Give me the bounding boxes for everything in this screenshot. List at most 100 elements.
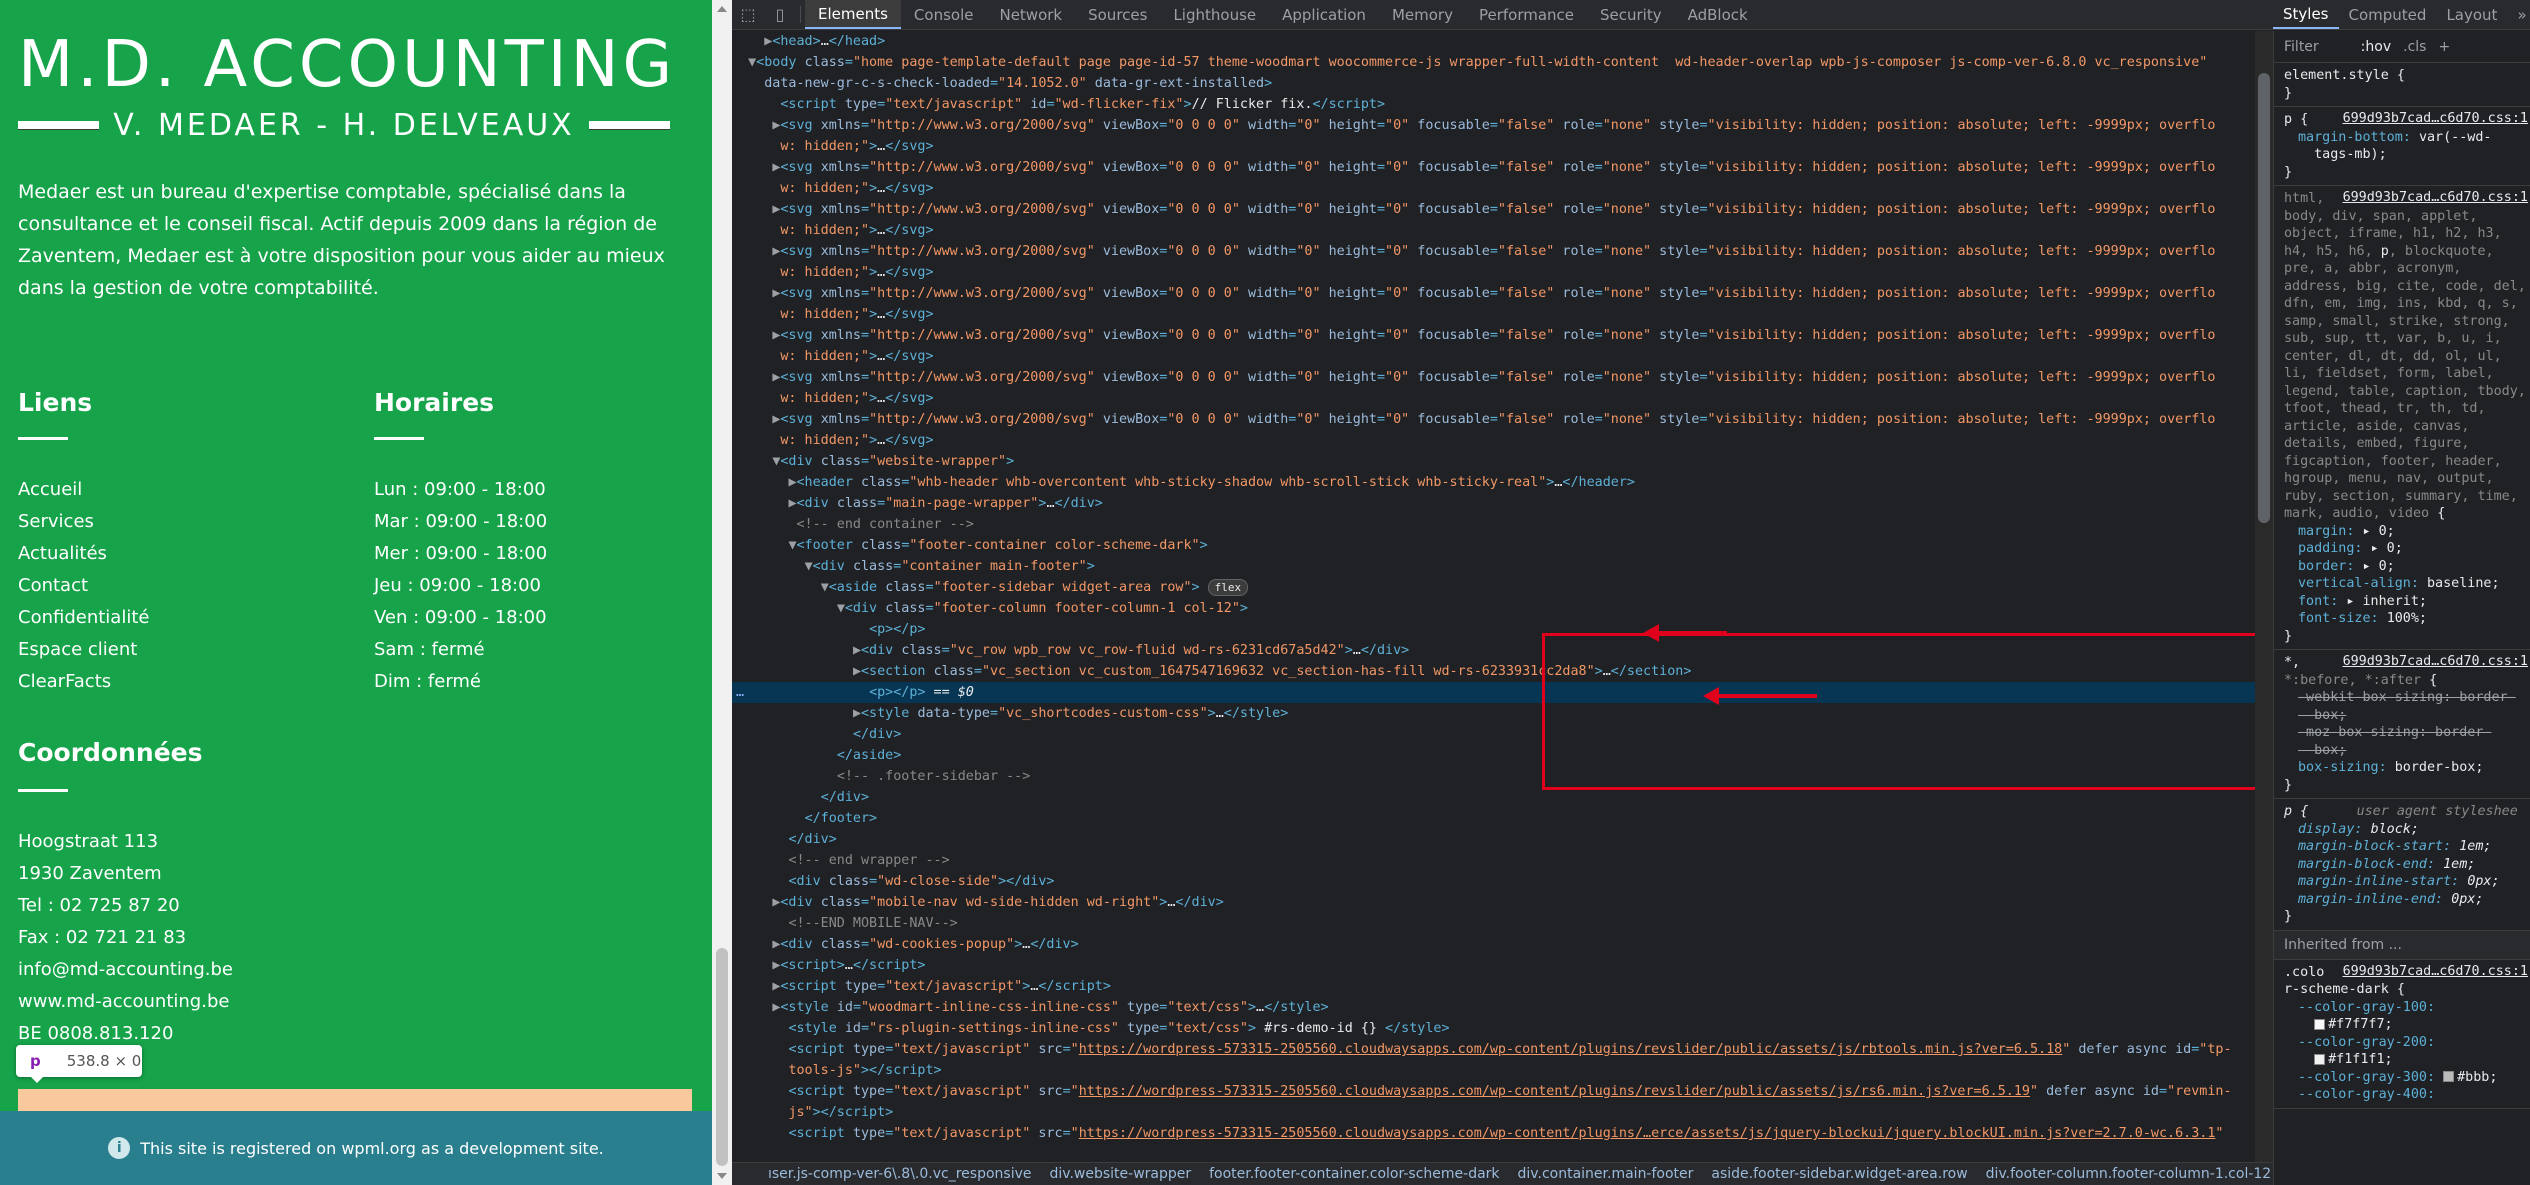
- dom-line-comment[interactable]: <!-- .footer-sidebar -->: [732, 766, 2255, 787]
- dom-line-comment[interactable]: <!-- end container -->: [732, 514, 2255, 535]
- dom-line-svg-cont[interactable]: w: hidden;">…</svg>: [732, 346, 2255, 367]
- dom-line-script-rbtools[interactable]: <script type="text/javascript" src="http…: [732, 1039, 2255, 1060]
- dom-line-svg[interactable]: ▶<svg xmlns="http://www.w3.org/2000/svg"…: [732, 325, 2255, 346]
- dom-line-main-footer[interactable]: ▼<div class="container main-footer">: [732, 556, 2255, 577]
- dom-line-svg-cont[interactable]: w: hidden;">…</svg>: [732, 136, 2255, 157]
- color-swatch[interactable]: [2314, 1018, 2326, 1030]
- dom-line-svg-cont[interactable]: w: hidden;">…</svg>: [732, 430, 2255, 451]
- dom-line-svg[interactable]: ▶<svg xmlns="http://www.w3.org/2000/svg"…: [732, 157, 2255, 178]
- dom-line-header[interactable]: ▶<header class="whb-header whb-overconte…: [732, 472, 2255, 493]
- dom-line-close-footer[interactable]: </footer>: [732, 808, 2255, 829]
- cls-toggle[interactable]: .cls: [2403, 39, 2426, 55]
- link-accueil[interactable]: Accueil: [18, 474, 149, 506]
- dom-line-vc-row[interactable]: ▶<div class="vc_row wpb_row vc_row-fluid…: [732, 640, 2255, 661]
- link-espace-client[interactable]: Espace client: [18, 634, 149, 666]
- dom-line-script-cont[interactable]: tools-js"></script>: [732, 1060, 2255, 1081]
- dom-line-style-rs[interactable]: <style id="rs-plugin-settings-inline-css…: [732, 1018, 2255, 1039]
- contact-website[interactable]: www.md-accounting.be: [18, 986, 233, 1018]
- link-services[interactable]: Services: [18, 506, 149, 538]
- style-rule[interactable]: .colo 699d93b7cad…c6d70.css:1 r-scheme-d…: [2274, 960, 2530, 1109]
- more-tabs-icon[interactable]: »: [2507, 0, 2530, 29]
- elements-dom-tree[interactable]: ▶<head>…</head> ▼<body class="home page-…: [732, 31, 2255, 1162]
- style-rule[interactable]: p { 699d93b7cad…c6d70.css:1 margin-botto…: [2274, 107, 2530, 186]
- style-rule[interactable]: element.style { }: [2274, 63, 2530, 107]
- dom-line-script[interactable]: ▶<script type="text/javascript">…</scrip…: [732, 976, 2255, 997]
- dom-line-footer[interactable]: ▼<footer class="footer-container color-s…: [732, 535, 2255, 556]
- tab-security[interactable]: Security: [1587, 0, 1675, 29]
- dom-line-svg[interactable]: ▶<svg xmlns="http://www.w3.org/2000/svg"…: [732, 283, 2255, 304]
- dom-line-svg-cont[interactable]: w: hidden;">…</svg>: [732, 220, 2255, 241]
- color-swatch[interactable]: [2443, 1071, 2455, 1082]
- scroll-down-icon[interactable]: [717, 1173, 727, 1179]
- breadcrumb-item[interactable]: div.website-wrapper: [1049, 1166, 1191, 1182]
- contact-phone[interactable]: Tel : 02 725 87 20: [18, 890, 233, 922]
- dom-line-close-div[interactable]: </div>: [732, 787, 2255, 808]
- link-contact[interactable]: Contact: [18, 570, 149, 602]
- dom-line-p-selected[interactable]: … <p></p> == $0: [732, 682, 2255, 703]
- dom-line-svg[interactable]: ▶<svg xmlns="http://www.w3.org/2000/svg"…: [732, 115, 2255, 136]
- device-toggle-icon[interactable]: ▯: [764, 0, 796, 29]
- breadcrumb-item[interactable]: div.footer-column.footer-column-1.col-12: [1986, 1166, 2272, 1182]
- dom-line-aside[interactable]: ▼<aside class="footer-sidebar widget-are…: [732, 577, 2255, 598]
- dom-line-svg[interactable]: ▶<svg xmlns="http://www.w3.org/2000/svg"…: [732, 367, 2255, 388]
- dom-line-svg[interactable]: ▶<svg xmlns="http://www.w3.org/2000/svg"…: [732, 409, 2255, 430]
- style-source-link[interactable]: 699d93b7cad…c6d70.css:1: [2342, 111, 2528, 126]
- link-clearfacts[interactable]: ClearFacts: [18, 666, 149, 698]
- dom-line-svg-cont[interactable]: w: hidden;">…</svg>: [732, 178, 2255, 199]
- link-actualites[interactable]: Actualités: [18, 538, 149, 570]
- dom-line-svg[interactable]: ▶<svg xmlns="http://www.w3.org/2000/svg"…: [732, 241, 2255, 262]
- tab-performance[interactable]: Performance: [1466, 0, 1587, 29]
- elements-scroll-thumb[interactable]: [2258, 73, 2270, 523]
- dom-line-svg[interactable]: ▶<svg xmlns="http://www.w3.org/2000/svg"…: [732, 199, 2255, 220]
- dom-line-comment[interactable]: <!--END MOBILE-NAV-->: [732, 913, 2255, 934]
- contact-email[interactable]: info@md-accounting.be: [18, 954, 233, 986]
- style-rule[interactable]: html, 699d93b7cad…c6d70.css:1 body, div,…: [2274, 186, 2530, 650]
- dom-line-footer-column[interactable]: ▼<div class="footer-column footer-column…: [732, 598, 2255, 619]
- dom-line-website-wrapper[interactable]: ▼<div class="website-wrapper">: [732, 451, 2255, 472]
- hov-toggle[interactable]: :hov: [2361, 39, 2391, 55]
- website-scrollbar[interactable]: [712, 0, 732, 1185]
- dom-line-svg-cont[interactable]: w: hidden;">…</svg>: [732, 388, 2255, 409]
- tab-adblock[interactable]: AdBlock: [1675, 0, 1761, 29]
- dom-line-p-empty[interactable]: <p></p>: [732, 619, 2255, 640]
- dom-line-close-div[interactable]: </div>: [732, 724, 2255, 745]
- dom-line-body[interactable]: ▼<body class="home page-template-default…: [732, 52, 2255, 73]
- tab-computed[interactable]: Computed: [2339, 0, 2437, 29]
- breadcrumb-item[interactable]: ıser.js-comp-ver-6\.8\.0.vc_responsive: [768, 1166, 1031, 1182]
- inspect-element-icon[interactable]: ⬚: [732, 0, 764, 29]
- dom-line-cookies[interactable]: ▶<div class="wd-cookies-popup">…</div>: [732, 934, 2255, 955]
- add-rule-icon[interactable]: +: [2438, 39, 2450, 55]
- style-source-link[interactable]: 699d93b7cad…c6d70.css:1: [2342, 190, 2528, 205]
- dom-line-close-side[interactable]: <div class="wd-close-side"></div>: [732, 871, 2255, 892]
- style-rule[interactable]: *, 699d93b7cad…c6d70.css:1 *:before, *:a…: [2274, 650, 2530, 799]
- tab-memory[interactable]: Memory: [1379, 0, 1466, 29]
- dom-line-close-div[interactable]: </div>: [732, 829, 2255, 850]
- more-options-icon[interactable]: …: [736, 682, 744, 703]
- dom-line-comment[interactable]: <!-- end wrapper -->: [732, 850, 2255, 871]
- scroll-up-icon[interactable]: [717, 6, 727, 12]
- tab-sources[interactable]: Sources: [1075, 0, 1160, 29]
- dom-line-body-cont[interactable]: data-new-gr-c-s-check-loaded="14.1052.0"…: [732, 73, 2255, 94]
- dom-line-mobile-nav[interactable]: ▶<div class="mobile-nav wd-side-hidden w…: [732, 892, 2255, 913]
- styles-filter-input[interactable]: Filter: [2284, 39, 2319, 55]
- breadcrumb-item[interactable]: footer.footer-container.color-scheme-dar…: [1209, 1166, 1499, 1182]
- website-scroll-thumb[interactable]: [716, 948, 728, 1166]
- tab-console[interactable]: Console: [901, 0, 987, 29]
- dom-line-svg-cont[interactable]: w: hidden;">…</svg>: [732, 304, 2255, 325]
- style-source-link[interactable]: 699d93b7cad…c6d70.css:1: [2342, 654, 2528, 669]
- dom-line-script-cont[interactable]: js"></script>: [732, 1102, 2255, 1123]
- elements-scrollbar[interactable]: [2255, 31, 2273, 1162]
- tab-elements[interactable]: Elements: [805, 0, 901, 29]
- tab-network[interactable]: Network: [986, 0, 1075, 29]
- logo-title[interactable]: M.D. ACCOUNTING: [18, 28, 676, 102]
- tab-styles[interactable]: Styles: [2273, 0, 2339, 29]
- dom-line-script-flicker[interactable]: <script type="text/javascript" id="wd-fl…: [732, 94, 2255, 115]
- link-confidentialite[interactable]: Confidentialité: [18, 602, 149, 634]
- flex-badge[interactable]: flex: [1207, 578, 1249, 596]
- tab-lighthouse[interactable]: Lighthouse: [1160, 0, 1269, 29]
- dom-line-main-page-wrapper[interactable]: ▶<div class="main-page-wrapper">…</div>: [732, 493, 2255, 514]
- breadcrumb-item[interactable]: aside.footer-sidebar.widget-area.row: [1711, 1166, 1967, 1182]
- dom-line-svg-cont[interactable]: w: hidden;">…</svg>: [732, 262, 2255, 283]
- tab-application[interactable]: Application: [1269, 0, 1379, 29]
- dom-line-head[interactable]: ▶<head>…</head>: [732, 31, 2255, 52]
